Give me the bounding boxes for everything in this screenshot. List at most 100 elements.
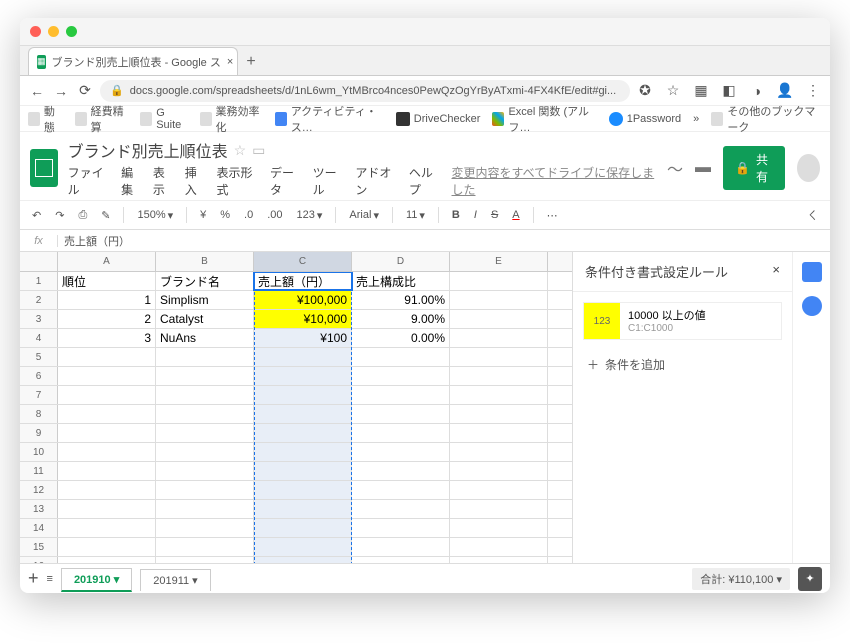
- cell[interactable]: 3: [58, 329, 156, 347]
- row-header[interactable]: 5: [20, 348, 58, 366]
- row-header[interactable]: 11: [20, 462, 58, 480]
- col-header-b[interactable]: B: [156, 252, 254, 271]
- col-header-a[interactable]: A: [58, 252, 156, 271]
- font-size-select[interactable]: 11 ▾: [402, 207, 429, 224]
- bookmark-overflow[interactable]: »: [693, 113, 699, 125]
- row-header[interactable]: 12: [20, 481, 58, 499]
- format-currency-button[interactable]: ¥: [196, 207, 210, 223]
- cell[interactable]: [254, 481, 352, 499]
- cell[interactable]: [58, 386, 156, 404]
- print-button[interactable]: ⎙: [74, 207, 91, 224]
- cell[interactable]: [352, 519, 450, 537]
- cell[interactable]: [156, 367, 254, 385]
- cell[interactable]: [450, 519, 548, 537]
- cell[interactable]: [156, 481, 254, 499]
- menu-insert[interactable]: 挿入: [185, 164, 207, 198]
- cell[interactable]: [58, 557, 156, 563]
- cell[interactable]: [156, 557, 254, 563]
- cell[interactable]: [450, 500, 548, 518]
- cell[interactable]: NuAns: [156, 329, 254, 347]
- cell[interactable]: [352, 538, 450, 556]
- cell[interactable]: [352, 386, 450, 404]
- row-header[interactable]: 14: [20, 519, 58, 537]
- cell[interactable]: [450, 443, 548, 461]
- cell[interactable]: [450, 557, 548, 563]
- menu-tools[interactable]: ツール: [313, 164, 346, 198]
- bookmark-item[interactable]: Excel 関数 (アルフ…: [492, 103, 596, 135]
- cell[interactable]: [352, 481, 450, 499]
- bookmark-item[interactable]: 動態: [28, 103, 63, 135]
- maximize-window-button[interactable]: [66, 26, 77, 37]
- cell[interactable]: [156, 443, 254, 461]
- row-header[interactable]: 7: [20, 386, 58, 404]
- bookmark-item[interactable]: DriveChecker: [396, 112, 481, 126]
- row-header[interactable]: 15: [20, 538, 58, 556]
- cell[interactable]: 売上構成比: [352, 272, 450, 290]
- cell[interactable]: 1: [58, 291, 156, 309]
- cell[interactable]: [352, 557, 450, 563]
- cell[interactable]: ¥100: [254, 329, 352, 347]
- row-header[interactable]: 8: [20, 405, 58, 423]
- cell[interactable]: [450, 424, 548, 442]
- cell[interactable]: [58, 405, 156, 423]
- cell[interactable]: [254, 500, 352, 518]
- italic-button[interactable]: I: [470, 207, 481, 223]
- cell[interactable]: 2: [58, 310, 156, 328]
- browser-tab[interactable]: ▦ ブランド別売上順位表 - Google ス ×: [28, 47, 238, 75]
- add-rule-button[interactable]: ＋ 条件を追加: [587, 356, 778, 373]
- bookmark-item[interactable]: 1Password: [609, 112, 681, 126]
- keep-sidepanel-icon[interactable]: [802, 296, 822, 316]
- cell[interactable]: [156, 538, 254, 556]
- cell[interactable]: ブランド名: [156, 272, 254, 290]
- text-color-button[interactable]: A: [508, 207, 523, 223]
- cell[interactable]: [450, 291, 548, 309]
- menu-file[interactable]: ファイル: [68, 164, 112, 198]
- bold-button[interactable]: B: [448, 207, 464, 223]
- paint-format-button[interactable]: ✎: [97, 207, 114, 224]
- row-header[interactable]: 16: [20, 557, 58, 563]
- cell[interactable]: Catalyst: [156, 310, 254, 328]
- row-header[interactable]: 3: [20, 310, 58, 328]
- cell[interactable]: [450, 386, 548, 404]
- cell[interactable]: [156, 405, 254, 423]
- cell[interactable]: ¥100,000: [254, 291, 352, 309]
- cell[interactable]: [254, 519, 352, 537]
- all-sheets-button[interactable]: ≡: [47, 573, 53, 585]
- cell[interactable]: 売上額（円）: [254, 272, 352, 290]
- col-header-c[interactable]: C: [254, 252, 352, 271]
- increase-decimal-button[interactable]: .00: [263, 207, 286, 223]
- cell[interactable]: [254, 424, 352, 442]
- spreadsheet-grid[interactable]: A B C D E 1順位ブランド名売上額（円）売上構成比21Simplism¥…: [20, 252, 572, 563]
- extension-icon-1[interactable]: ▦: [692, 82, 710, 100]
- share-button[interactable]: 🔒 共有: [723, 146, 785, 190]
- row-header[interactable]: 13: [20, 500, 58, 518]
- cell[interactable]: [156, 386, 254, 404]
- cell[interactable]: [156, 500, 254, 518]
- col-header-e[interactable]: E: [450, 252, 548, 271]
- cell[interactable]: [450, 329, 548, 347]
- cf-rule-item[interactable]: 123 10000 以上の値 C1:C1000: [583, 302, 782, 340]
- cell[interactable]: [450, 481, 548, 499]
- sheet-tab[interactable]: 201910 ▾: [61, 568, 132, 592]
- collapse-toolbar-button[interactable]: ㄑ: [803, 205, 822, 225]
- cell[interactable]: [58, 519, 156, 537]
- activity-icon[interactable]: 〜: [667, 156, 683, 180]
- cell[interactable]: [450, 367, 548, 385]
- folder-icon[interactable]: ▭: [252, 142, 265, 159]
- cell[interactable]: [58, 538, 156, 556]
- cell[interactable]: [450, 310, 548, 328]
- cell[interactable]: [254, 348, 352, 366]
- calendar-sidepanel-icon[interactable]: [802, 262, 822, 282]
- cell[interactable]: 9.00%: [352, 310, 450, 328]
- font-select[interactable]: Arial ▾: [345, 207, 383, 224]
- cell[interactable]: 順位: [58, 272, 156, 290]
- cell[interactable]: [58, 481, 156, 499]
- cell[interactable]: [156, 519, 254, 537]
- new-tab-button[interactable]: +: [238, 49, 264, 75]
- cell[interactable]: [156, 348, 254, 366]
- comments-icon[interactable]: ▬: [695, 159, 711, 177]
- menu-format[interactable]: 表示形式: [216, 164, 260, 198]
- cell[interactable]: [254, 443, 352, 461]
- cell[interactable]: [58, 443, 156, 461]
- decrease-decimal-button[interactable]: .0: [240, 207, 257, 223]
